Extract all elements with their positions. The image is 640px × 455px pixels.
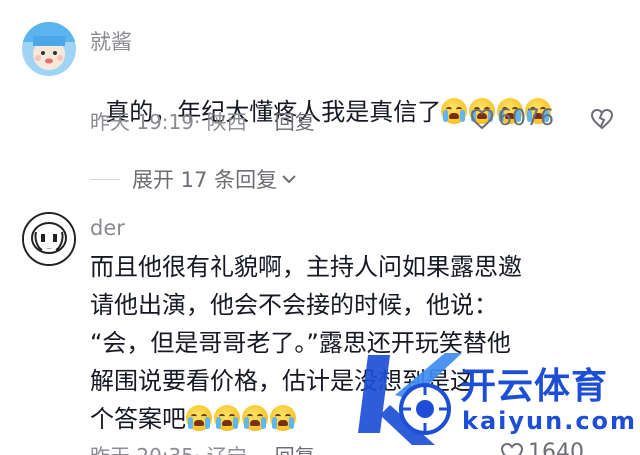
- comment-meta: 昨天 20:35 · 辽宁 回复: [90, 440, 315, 455]
- expand-replies-label: 展开 17 条回复: [132, 168, 278, 192]
- watermark-brand: 开云体育: [460, 366, 609, 407]
- divider-line: [90, 178, 120, 180]
- comment-line: 个答案吧: [90, 405, 186, 433]
- crying-emoji: [270, 405, 296, 431]
- svg-text:—: —: [47, 246, 52, 252]
- crying-emoji: [441, 98, 468, 124]
- avatar[interactable]: [22, 22, 76, 76]
- watermark-domain: kaiyun.com: [462, 407, 638, 435]
- crying-emoji: [214, 405, 240, 431]
- comment-line: 请他出演，他会不会接的时候，他说：: [90, 291, 498, 319]
- chevron-down-icon: [282, 175, 296, 184]
- avatar[interactable]: —: [22, 212, 76, 266]
- crying-emoji: [242, 405, 268, 431]
- username[interactable]: 就酱: [90, 26, 132, 56]
- watermark-logo: 开云体育 kaiyun.com: [350, 345, 635, 450]
- broken-heart-icon: [590, 108, 614, 130]
- kaiyun-logo-icon: [358, 353, 462, 445]
- comment-time: 昨天 20:35: [90, 440, 194, 455]
- heart-icon: [470, 108, 494, 129]
- like-button[interactable]: 6076: [470, 106, 554, 131]
- dislike-button[interactable]: [590, 108, 614, 134]
- crying-emoji: [186, 405, 212, 431]
- username[interactable]: der: [90, 216, 125, 240]
- comment-time: 昨天 19:19: [90, 110, 194, 134]
- comment-line: 而且他很有礼貌啊，主持人问如果露思邀: [90, 253, 522, 281]
- like-count: 6076: [498, 106, 554, 131]
- comment-location: · 辽宁: [194, 440, 247, 455]
- comment-meta: 昨天 19:19 · 陕西 回复: [90, 106, 315, 135]
- reply-button[interactable]: 回复: [275, 440, 315, 455]
- reply-button[interactable]: 回复: [275, 106, 315, 135]
- comment-location: · 陕西: [194, 110, 247, 134]
- expand-replies-button[interactable]: 展开 17 条回复: [90, 164, 297, 194]
